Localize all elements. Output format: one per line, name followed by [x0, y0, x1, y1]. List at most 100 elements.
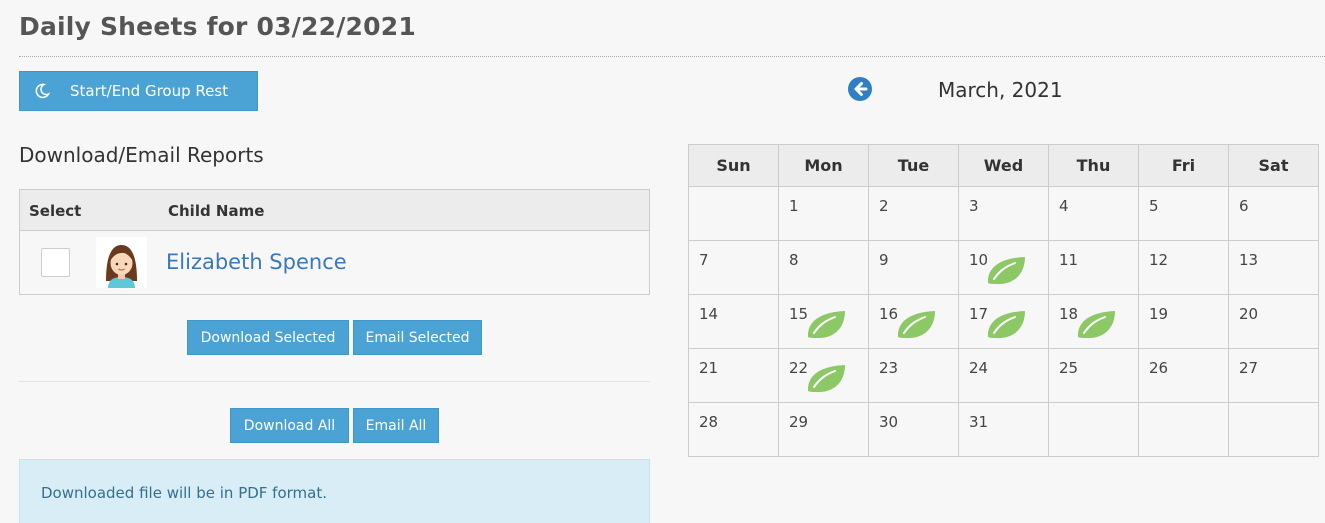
- calendar-day-cell[interactable]: 16: [868, 294, 959, 349]
- calendar-day-number: 12: [1149, 251, 1169, 269]
- calendar-day-cell[interactable]: 27: [1228, 348, 1319, 403]
- calendar-day-number: 7: [699, 251, 709, 269]
- rest-button-label: Start/End Group Rest: [70, 82, 229, 100]
- calendar-day-cell[interactable]: 4: [1048, 186, 1139, 241]
- calendar-day-number: 3: [969, 197, 979, 215]
- weekday-header: Sat: [1228, 144, 1319, 187]
- calendar-day-cell[interactable]: 18: [1048, 294, 1139, 349]
- calendar-day-number: 6: [1239, 197, 1249, 215]
- calendar-day-number: 19: [1149, 305, 1169, 323]
- calendar-day-number: 15: [789, 305, 809, 323]
- page-title: Daily Sheets for 03/22/2021: [19, 12, 416, 41]
- calendar-week-row: 14 15 16 17 18 19 20: [688, 294, 1319, 349]
- calendar-day-number: 17: [969, 305, 989, 323]
- calendar-day-cell[interactable]: 25: [1048, 348, 1139, 403]
- calendar-week-row: 28 29 30 31: [688, 402, 1319, 457]
- calendar-day-cell[interactable]: 30: [868, 402, 959, 457]
- calendar-day-number: 21: [699, 359, 719, 377]
- weekday-header: Tue: [868, 144, 959, 187]
- calendar-day-number: 4: [1059, 197, 1069, 215]
- start-end-group-rest-button[interactable]: Start/End Group Rest: [19, 71, 258, 111]
- calendar-empty-cell: [1228, 402, 1319, 457]
- title-divider: [19, 56, 1325, 57]
- calendar-day-cell[interactable]: 24: [958, 348, 1049, 403]
- section-divider: [19, 381, 650, 382]
- calendar-day-cell[interactable]: 26: [1138, 348, 1229, 403]
- calendar-day-cell[interactable]: 21: [688, 348, 779, 403]
- email-all-button[interactable]: Email All: [353, 408, 439, 443]
- calendar-month-label: March, 2021: [938, 78, 1063, 102]
- calendar-week-row: 1 2 3 4 5 6: [688, 186, 1319, 241]
- moon-icon: [35, 83, 50, 99]
- calendar-day-number: 28: [699, 413, 719, 431]
- calendar-day-cell[interactable]: 11: [1048, 240, 1139, 295]
- child-avatar: [96, 237, 147, 288]
- calendar-day-cell[interactable]: 22: [778, 348, 869, 403]
- calendar-day-cell[interactable]: 13: [1228, 240, 1319, 295]
- weekday-header-row: Sun Mon Tue Wed Thu Fri Sat: [688, 144, 1319, 187]
- weekday-header: Thu: [1048, 144, 1139, 187]
- calendar-day-number: 22: [789, 359, 809, 377]
- calendar-day-cell[interactable]: 6: [1228, 186, 1319, 241]
- select-column-header: Select: [29, 202, 82, 220]
- previous-month-arrow-icon[interactable]: [848, 77, 872, 101]
- calendar-day-cell[interactable]: 5: [1138, 186, 1229, 241]
- table-row: Elizabeth Spence: [20, 231, 649, 294]
- child-table-header: Select Child Name: [20, 190, 649, 231]
- download-selected-button[interactable]: Download Selected: [187, 320, 349, 355]
- calendar-day-cell[interactable]: 2: [868, 186, 959, 241]
- calendar-day-number: 20: [1239, 305, 1259, 323]
- calendar-day-number: 27: [1239, 359, 1259, 377]
- calendar-day-number: 8: [789, 251, 799, 269]
- calendar-day-cell[interactable]: 3: [958, 186, 1049, 241]
- calendar-day-cell[interactable]: 19: [1138, 294, 1229, 349]
- calendar-day-cell[interactable]: 29: [778, 402, 869, 457]
- calendar-day-cell[interactable]: 8: [778, 240, 869, 295]
- calendar-day-cell[interactable]: 14: [688, 294, 779, 349]
- calendar-day-cell[interactable]: 23: [868, 348, 959, 403]
- leaf-icon: [987, 257, 1025, 285]
- calendar-day-number: 11: [1059, 251, 1079, 269]
- leaf-icon: [807, 365, 845, 393]
- calendar-week-row: 7 8 9 10 11 12 13: [688, 240, 1319, 295]
- calendar-week-row: 21 22 23 24 25 26 27: [688, 348, 1319, 403]
- weekday-header: Wed: [958, 144, 1049, 187]
- calendar-day-number: 30: [879, 413, 899, 431]
- leaf-icon: [987, 311, 1025, 339]
- pdf-info-text: Downloaded file will be in PDF format.: [41, 484, 327, 502]
- calendar-day-number: 1: [789, 197, 799, 215]
- leaf-icon: [897, 311, 935, 339]
- weekday-header: Mon: [778, 144, 869, 187]
- child-name-column-header: Child Name: [168, 202, 265, 220]
- calendar-day-number: 10: [969, 251, 989, 269]
- calendar-day-cell[interactable]: 28: [688, 402, 779, 457]
- calendar-day-cell[interactable]: 20: [1228, 294, 1319, 349]
- weekday-header: Sun: [688, 144, 779, 187]
- calendar-day-cell[interactable]: 15: [778, 294, 869, 349]
- calendar-day-cell[interactable]: 1: [778, 186, 869, 241]
- calendar-day-cell[interactable]: 12: [1138, 240, 1229, 295]
- download-all-button[interactable]: Download All: [230, 408, 349, 443]
- calendar-day-number: 13: [1239, 251, 1259, 269]
- calendar-day-cell[interactable]: 17: [958, 294, 1049, 349]
- calendar-day-number: 16: [879, 305, 899, 323]
- weekday-header: Fri: [1138, 144, 1229, 187]
- calendar-day-number: 2: [879, 197, 889, 215]
- calendar-day-number: 31: [969, 413, 989, 431]
- calendar-day-number: 18: [1059, 305, 1079, 323]
- calendar-day-cell[interactable]: 9: [868, 240, 959, 295]
- calendar-day-number: 29: [789, 413, 809, 431]
- child-table: Select Child Name Elizabeth Spence: [19, 189, 650, 295]
- email-selected-button[interactable]: Email Selected: [353, 320, 482, 355]
- calendar-empty-cell: [1138, 402, 1229, 457]
- calendar-day-cell[interactable]: 10: [958, 240, 1049, 295]
- calendar-day-number: 14: [699, 305, 719, 323]
- calendar-day-cell[interactable]: 31: [958, 402, 1049, 457]
- child-select-checkbox[interactable]: [41, 248, 70, 277]
- calendar-grid: Sun Mon Tue Wed Thu Fri Sat 1 2 3 4 5 6 7 8 9 10 1…: [688, 144, 1319, 457]
- calendar-day-number: 25: [1059, 359, 1079, 377]
- leaf-icon: [807, 311, 845, 339]
- calendar-day-number: 24: [969, 359, 989, 377]
- calendar-day-cell[interactable]: 7: [688, 240, 779, 295]
- child-name-link[interactable]: Elizabeth Spence: [166, 250, 347, 274]
